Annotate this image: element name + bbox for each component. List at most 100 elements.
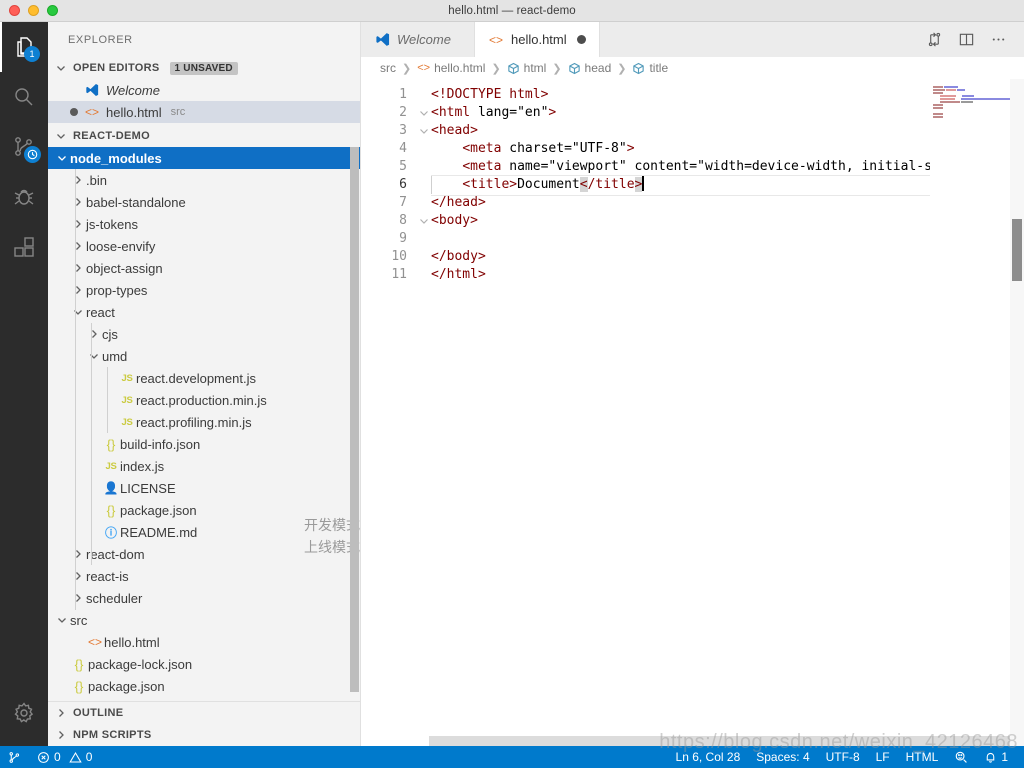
tree-folder-item[interactable]: loose-envify <box>48 235 360 257</box>
ellipsis-icon[interactable] <box>984 26 1012 54</box>
tree-file-item[interactable]: ⓘ README.md <box>48 521 360 543</box>
activity-item-extensions[interactable] <box>0 222 48 272</box>
activity-item-search[interactable] <box>0 72 48 122</box>
fold-chevron-icon[interactable] <box>417 212 431 230</box>
open-editor-folder: src <box>170 106 186 118</box>
tree-folder-item[interactable]: src <box>48 609 360 631</box>
vertical-scrollbar[interactable] <box>1010 79 1024 746</box>
js-file-icon: JS <box>121 394 133 406</box>
tree-folder-item[interactable]: scheduler <box>48 587 360 609</box>
tree-folder-item[interactable]: prop-types <box>48 279 360 301</box>
vscode-logo-icon <box>373 32 391 47</box>
tree-file-item[interactable]: {} package-lock.json <box>48 653 360 675</box>
json-file-icon: {} <box>74 678 84 694</box>
open-editor-item-welcome[interactable]: Welcome <box>48 79 360 101</box>
line-number: 7 <box>399 195 407 210</box>
tree-folder-item[interactable]: cjs <box>48 323 360 345</box>
info-file-icon: ⓘ <box>104 525 117 540</box>
open-editors-header[interactable]: OPEN EDITORS 1 UNSAVED <box>48 57 360 79</box>
tree-folder-item[interactable]: node_modules <box>48 147 360 169</box>
tree-folder-item[interactable]: object-assign <box>48 257 360 279</box>
activity-item-run-debug[interactable] <box>0 172 48 222</box>
open-changes-icon[interactable] <box>920 26 948 54</box>
tree-file-item[interactable]: <> hello.html <box>48 631 360 653</box>
outline-header[interactable]: OUTLINE <box>48 702 360 724</box>
fold-slot <box>417 86 431 104</box>
chevron-right-icon <box>70 216 86 232</box>
breadcrumb-item-file[interactable]: <> hello.html <box>417 61 485 75</box>
tree-item-label: package.json <box>88 678 165 694</box>
status-problems[interactable]: 0 0 <box>29 746 100 768</box>
tree-folder-item[interactable]: umd <box>48 345 360 367</box>
tree-file-item[interactable]: JS react.profiling.min.js <box>48 411 360 433</box>
tree-file-item[interactable]: {} build-info.json <box>48 433 360 455</box>
tab-label: hello.html <box>511 32 567 47</box>
horizontal-scrollbar[interactable] <box>361 736 1010 746</box>
tree-file-item[interactable]: 👤 LICENSE <box>48 477 360 499</box>
fold-slot <box>417 230 431 248</box>
fold-chevron-icon[interactable] <box>417 122 431 140</box>
activity-item-source-control[interactable] <box>0 122 48 172</box>
fold-gutter[interactable] <box>417 79 431 746</box>
vscode-logo-icon <box>83 83 101 97</box>
html-icon: <> <box>488 32 503 47</box>
status-eol[interactable]: LF <box>868 746 898 768</box>
status-language-mode[interactable]: HTML <box>898 746 947 768</box>
fold-chevron-icon[interactable] <box>417 104 431 122</box>
tree-file-item[interactable]: JS react.development.js <box>48 367 360 389</box>
json-file-icon: {} <box>74 656 84 672</box>
status-feedback[interactable] <box>946 746 976 768</box>
dirty-indicator-icon[interactable] <box>576 35 586 44</box>
tree-file-item[interactable]: JS index.js <box>48 455 360 477</box>
tree-item-label: LICENSE <box>120 480 176 496</box>
breadcrumb-separator-icon: ❯ <box>552 62 562 75</box>
tree-folder-item[interactable]: .bin <box>48 169 360 191</box>
tree-item-label: package-lock.json <box>88 656 193 672</box>
license-file-icon: 👤 <box>103 481 119 495</box>
sidebar-scrollbar[interactable] <box>350 147 359 692</box>
open-editor-item-hello-html[interactable]: <> hello.html src <box>48 101 360 123</box>
status-notifications[interactable]: 1 <box>976 746 1016 768</box>
tree-folder-item[interactable]: react <box>48 301 360 323</box>
tab-welcome[interactable]: Welcome <box>361 22 475 57</box>
status-editor-position[interactable]: Ln 6, Col 28 <box>668 746 749 768</box>
chevron-right-icon <box>86 326 102 342</box>
chevron-down-icon <box>70 304 86 320</box>
html-icon: <> <box>84 105 99 119</box>
file-tree[interactable]: node_modules .bin babel-standalone js-token… <box>48 147 360 701</box>
tree-item-label: react-is <box>86 568 129 584</box>
minimap[interactable] <box>930 79 1010 746</box>
breadcrumb-item-title[interactable]: title <box>632 61 668 75</box>
breadcrumb-label: title <box>649 61 669 75</box>
json-file-icon: {} <box>106 436 116 452</box>
warning-count: 0 <box>85 750 93 764</box>
tree-file-item[interactable]: {} package.json <box>48 499 360 521</box>
split-editor-icon[interactable] <box>952 26 980 54</box>
line-number: 1 <box>399 87 407 102</box>
breadcrumb-item-src[interactable]: src <box>380 61 396 75</box>
status-encoding[interactable]: UTF-8 <box>818 746 868 768</box>
activity-item-manage-settings[interactable] <box>0 688 48 738</box>
tree-folder-item[interactable]: js-tokens <box>48 213 360 235</box>
tab-hello-html[interactable]: <> hello.html <box>475 22 600 57</box>
window-title: hello.html — react-demo <box>448 4 576 17</box>
tree-file-item[interactable]: {} package.json <box>48 675 360 697</box>
chevron-right-icon <box>70 282 86 298</box>
breadcrumb-item-head[interactable]: head <box>568 61 611 75</box>
tree-item-label: .bin <box>86 172 107 188</box>
tree-file-item[interactable]: JS react.production.min.js <box>48 389 360 411</box>
tree-item-label: build-info.json <box>120 436 201 452</box>
status-remote-branch[interactable] <box>0 746 29 768</box>
tree-folder-item[interactable]: react-is <box>48 565 360 587</box>
json-file-icon: {} <box>106 502 116 518</box>
tree-folder-item[interactable]: babel-standalone <box>48 191 360 213</box>
code-editor[interactable]: 1 2 3 4 5 6 7 8 9 10 11 <!DOCTYPE html> <html lang=… <box>361 79 1024 746</box>
breadcrumb-item-html[interactable]: html <box>507 61 546 75</box>
project-header[interactable]: REACT-DEMO <box>48 125 360 147</box>
activity-item-explorer[interactable]: 1 <box>0 22 48 72</box>
npm-scripts-header[interactable]: NPM SCRIPTS <box>48 724 360 746</box>
js-file-icon: JS <box>121 372 133 384</box>
tree-folder-item[interactable]: react-dom <box>48 543 360 565</box>
fold-slot <box>417 176 431 194</box>
status-indentation[interactable]: Spaces: 4 <box>748 746 817 768</box>
